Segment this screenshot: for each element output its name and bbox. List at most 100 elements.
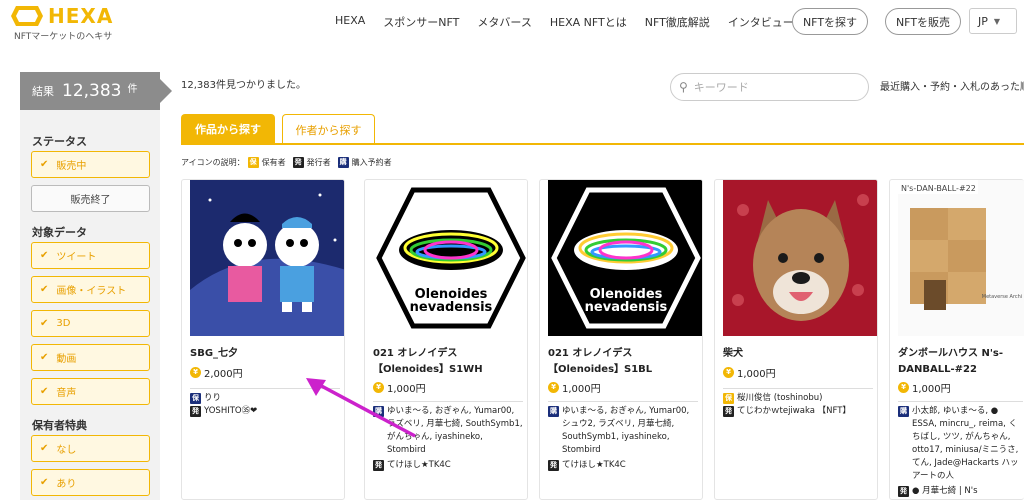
filter-tweet[interactable]: ✔ ツイート: [31, 242, 150, 269]
nft-card[interactable]: 柴犬 ¥ 1,000円 保 桜川俊信 (toshinobu) 発 てじわかｗte…: [714, 179, 878, 500]
result-unit: 件: [127, 84, 138, 95]
image-side-text: Metaverse Archi: [982, 294, 1022, 300]
sell-nft-button[interactable]: NFTを販売: [885, 8, 961, 35]
target-data-heading: 対象データ: [32, 226, 87, 239]
nft-card[interactable]: N's-DAN-BALL-#22 Metaverse Archi ダンボールハウ…: [889, 179, 1024, 500]
yen-coin-icon: ¥: [898, 382, 909, 393]
divider: [190, 388, 340, 389]
nft-card[interactable]: SBG_七夕 ¥ 2,000円 保 りり 発 YOSHITO㉟❤: [181, 179, 345, 500]
language-select[interactable]: JP ▼: [969, 8, 1017, 34]
logo-tagline: NFTマーケットのヘキサ: [14, 32, 113, 42]
result-arrow-shape: [160, 79, 172, 103]
filter-benefit-yes[interactable]: ✔ あり: [31, 469, 150, 496]
yen-coin-icon: ¥: [373, 382, 384, 393]
owner-badge-icon: 保: [247, 157, 259, 168]
reserver-badge-icon: 購: [337, 157, 349, 168]
issuer-name[interactable]: てじわかｗtejiwaka 【NFT】: [737, 405, 851, 418]
header: HEXA NFTマーケットのヘキサ HEXA スポンサーNFT メタバース HE…: [0, 0, 1024, 46]
reserver-names[interactable]: ゆいま〜る, おぎゃん, Yumar00, シュウ2, ラズベリ, 月華七綺, …: [562, 405, 698, 457]
owner-badge-icon: 保: [190, 393, 201, 404]
logo[interactable]: HEXA: [10, 4, 113, 28]
find-nft-button[interactable]: NFTを探す: [792, 8, 868, 35]
status-heading: ステータス: [32, 135, 87, 148]
divider: [373, 401, 523, 402]
nav-sponsor-nft[interactable]: スポンサーNFT: [383, 14, 459, 30]
owner-badge-icon: 保: [723, 393, 734, 404]
nft-card[interactable]: Olenoides nevadensis 021 オレノイデス【Olenoide…: [364, 179, 528, 500]
reserver-names[interactable]: ゆいま〜る, おぎゃん, Yumar00, ラズベリ, 月華七綺, SouthS…: [387, 405, 523, 457]
owner-name[interactable]: 桜川俊信 (toshinobu): [737, 392, 822, 405]
nft-title[interactable]: 柴犬: [723, 346, 873, 362]
tab-search-works[interactable]: 作品から探す: [181, 114, 275, 144]
reserver-badge-icon: 購: [548, 406, 559, 417]
nft-price: ¥ 1,000円: [723, 365, 776, 380]
nav-about-hexa[interactable]: HEXA NFTとは: [550, 14, 627, 30]
check-icon: ✔: [40, 284, 49, 295]
nav-hexa[interactable]: HEXA: [335, 14, 365, 30]
issuer-name[interactable]: ● 月華七綺 | N's Metaverse Architect: [912, 485, 1023, 499]
main-nav: HEXA スポンサーNFT メタバース HEXA NFTとは NFT徹底解説 イ…: [335, 14, 812, 30]
filter-on-sale[interactable]: ✔ 販売中: [31, 151, 150, 178]
filter-benefit-none[interactable]: ✔ なし: [31, 435, 150, 462]
nft-people: 購 ゆいま〜る, おぎゃん, Yumar00, ラズベリ, 月華七綺, Sout…: [373, 398, 523, 472]
price-value: 1,000円: [562, 384, 601, 395]
issuer-row: 発 てけほし★TK4C: [373, 459, 523, 472]
nft-people: 保 桜川俊信 (toshinobu) 発 てじわかｗtejiwaka 【NFT】: [723, 385, 873, 418]
divider: [898, 401, 1023, 402]
icon-legend: アイコンの説明： 保 保有者 発 発行者 購 購入予約者: [181, 157, 392, 168]
issuer-badge-icon: 発: [292, 157, 304, 168]
divider: [548, 401, 698, 402]
check-icon: ✔: [40, 318, 49, 329]
hexagon-logo-icon: [10, 4, 44, 28]
check-icon: ✔: [40, 477, 49, 488]
filter-video[interactable]: ✔ 動画: [31, 344, 150, 371]
issuer-badge-icon: 発: [898, 486, 909, 497]
keyword-search[interactable]: ⚲ キーワード: [670, 73, 869, 101]
nft-title[interactable]: ダンボールハウス N's-DANBALL-#22: [898, 346, 1020, 378]
filter-label: 画像・イラスト: [56, 286, 127, 297]
filter-label: なし: [56, 445, 77, 456]
filter-image[interactable]: ✔ 画像・イラスト: [31, 276, 150, 303]
nav-interview[interactable]: インタビュー: [728, 14, 794, 30]
nft-title[interactable]: 021 オレノイデス【Olenoides】S1BL: [548, 346, 698, 378]
tab-search-authors[interactable]: 作者から探す: [282, 114, 375, 144]
nft-image-shiba-dog[interactable]: [723, 180, 877, 336]
reserver-badge-icon: 購: [373, 406, 384, 417]
filter-label: 販売中: [56, 161, 87, 172]
nft-image-tanabata[interactable]: [190, 180, 344, 336]
reserver-row: 購 ゆいま〜る, おぎゃん, Yumar00, ラズベリ, 月華七綺, Sout…: [373, 405, 523, 457]
filter-audio[interactable]: ✔ 音声: [31, 378, 150, 405]
tab-underline: [181, 143, 1024, 145]
reserver-row: 購 小太郎, ゆいま〜る, ● ESSA, mincru_, reima, くち…: [898, 405, 1023, 483]
filter-3d[interactable]: ✔ 3D: [31, 310, 150, 337]
issuer-name[interactable]: YOSHITO㉟❤: [204, 405, 257, 418]
filter-label: 動画: [56, 354, 77, 365]
sort-select[interactable]: 最近購入・予約・入札のあった順: [870, 78, 1024, 100]
language-value: JP: [978, 14, 988, 28]
image-caption-2: nevadensis: [585, 300, 668, 315]
owner-row: 保 桜川俊信 (toshinobu): [723, 392, 873, 405]
reserver-names[interactable]: 小太郎, ゆいま〜る, ● ESSA, mincru_, reima, くちばし…: [912, 405, 1023, 483]
price-value: 1,000円: [737, 369, 776, 380]
issuer-name[interactable]: てけほし★TK4C: [562, 459, 626, 472]
issuer-badge-icon: 発: [548, 460, 559, 471]
nft-image-cardboard-house[interactable]: N's-DAN-BALL-#22 Metaverse Archi: [898, 180, 1024, 336]
filter-sidebar: 結果 12,383 件 ステータス ✔ 販売中 販売終了 対象データ ✔ ツイー…: [20, 72, 172, 500]
nft-card[interactable]: Olenoides nevadensis 021 オレノイデス【Olenoide…: [539, 179, 703, 500]
nft-title[interactable]: 021 オレノイデス【Olenoides】S1WH: [373, 346, 523, 378]
issuer-row: 発 ● 月華七綺 | N's Metaverse Architect: [898, 485, 1023, 499]
nft-title[interactable]: SBG_七夕: [190, 346, 340, 362]
legend-owner: 保有者: [261, 158, 286, 167]
filter-sale-ended[interactable]: 販売終了: [31, 185, 150, 212]
nft-image-olenoides-bl[interactable]: Olenoides nevadensis: [548, 180, 702, 336]
nft-people: 購 小太郎, ゆいま〜る, ● ESSA, mincru_, reima, くち…: [898, 398, 1023, 499]
filter-label: 販売終了: [70, 195, 111, 206]
nav-nft-guide[interactable]: NFT徹底解説: [645, 14, 710, 30]
nav-metaverse[interactable]: メタバース: [477, 14, 531, 30]
issuer-row: 発 てじわかｗtejiwaka 【NFT】: [723, 405, 873, 418]
nft-people: 保 りり 発 YOSHITO㉟❤: [190, 385, 340, 418]
issuer-name[interactable]: てけほし★TK4C: [387, 459, 451, 472]
filter-label: 3D: [56, 318, 71, 329]
owner-name[interactable]: りり: [204, 392, 221, 405]
nft-image-olenoides-wh[interactable]: Olenoides nevadensis: [373, 180, 527, 336]
